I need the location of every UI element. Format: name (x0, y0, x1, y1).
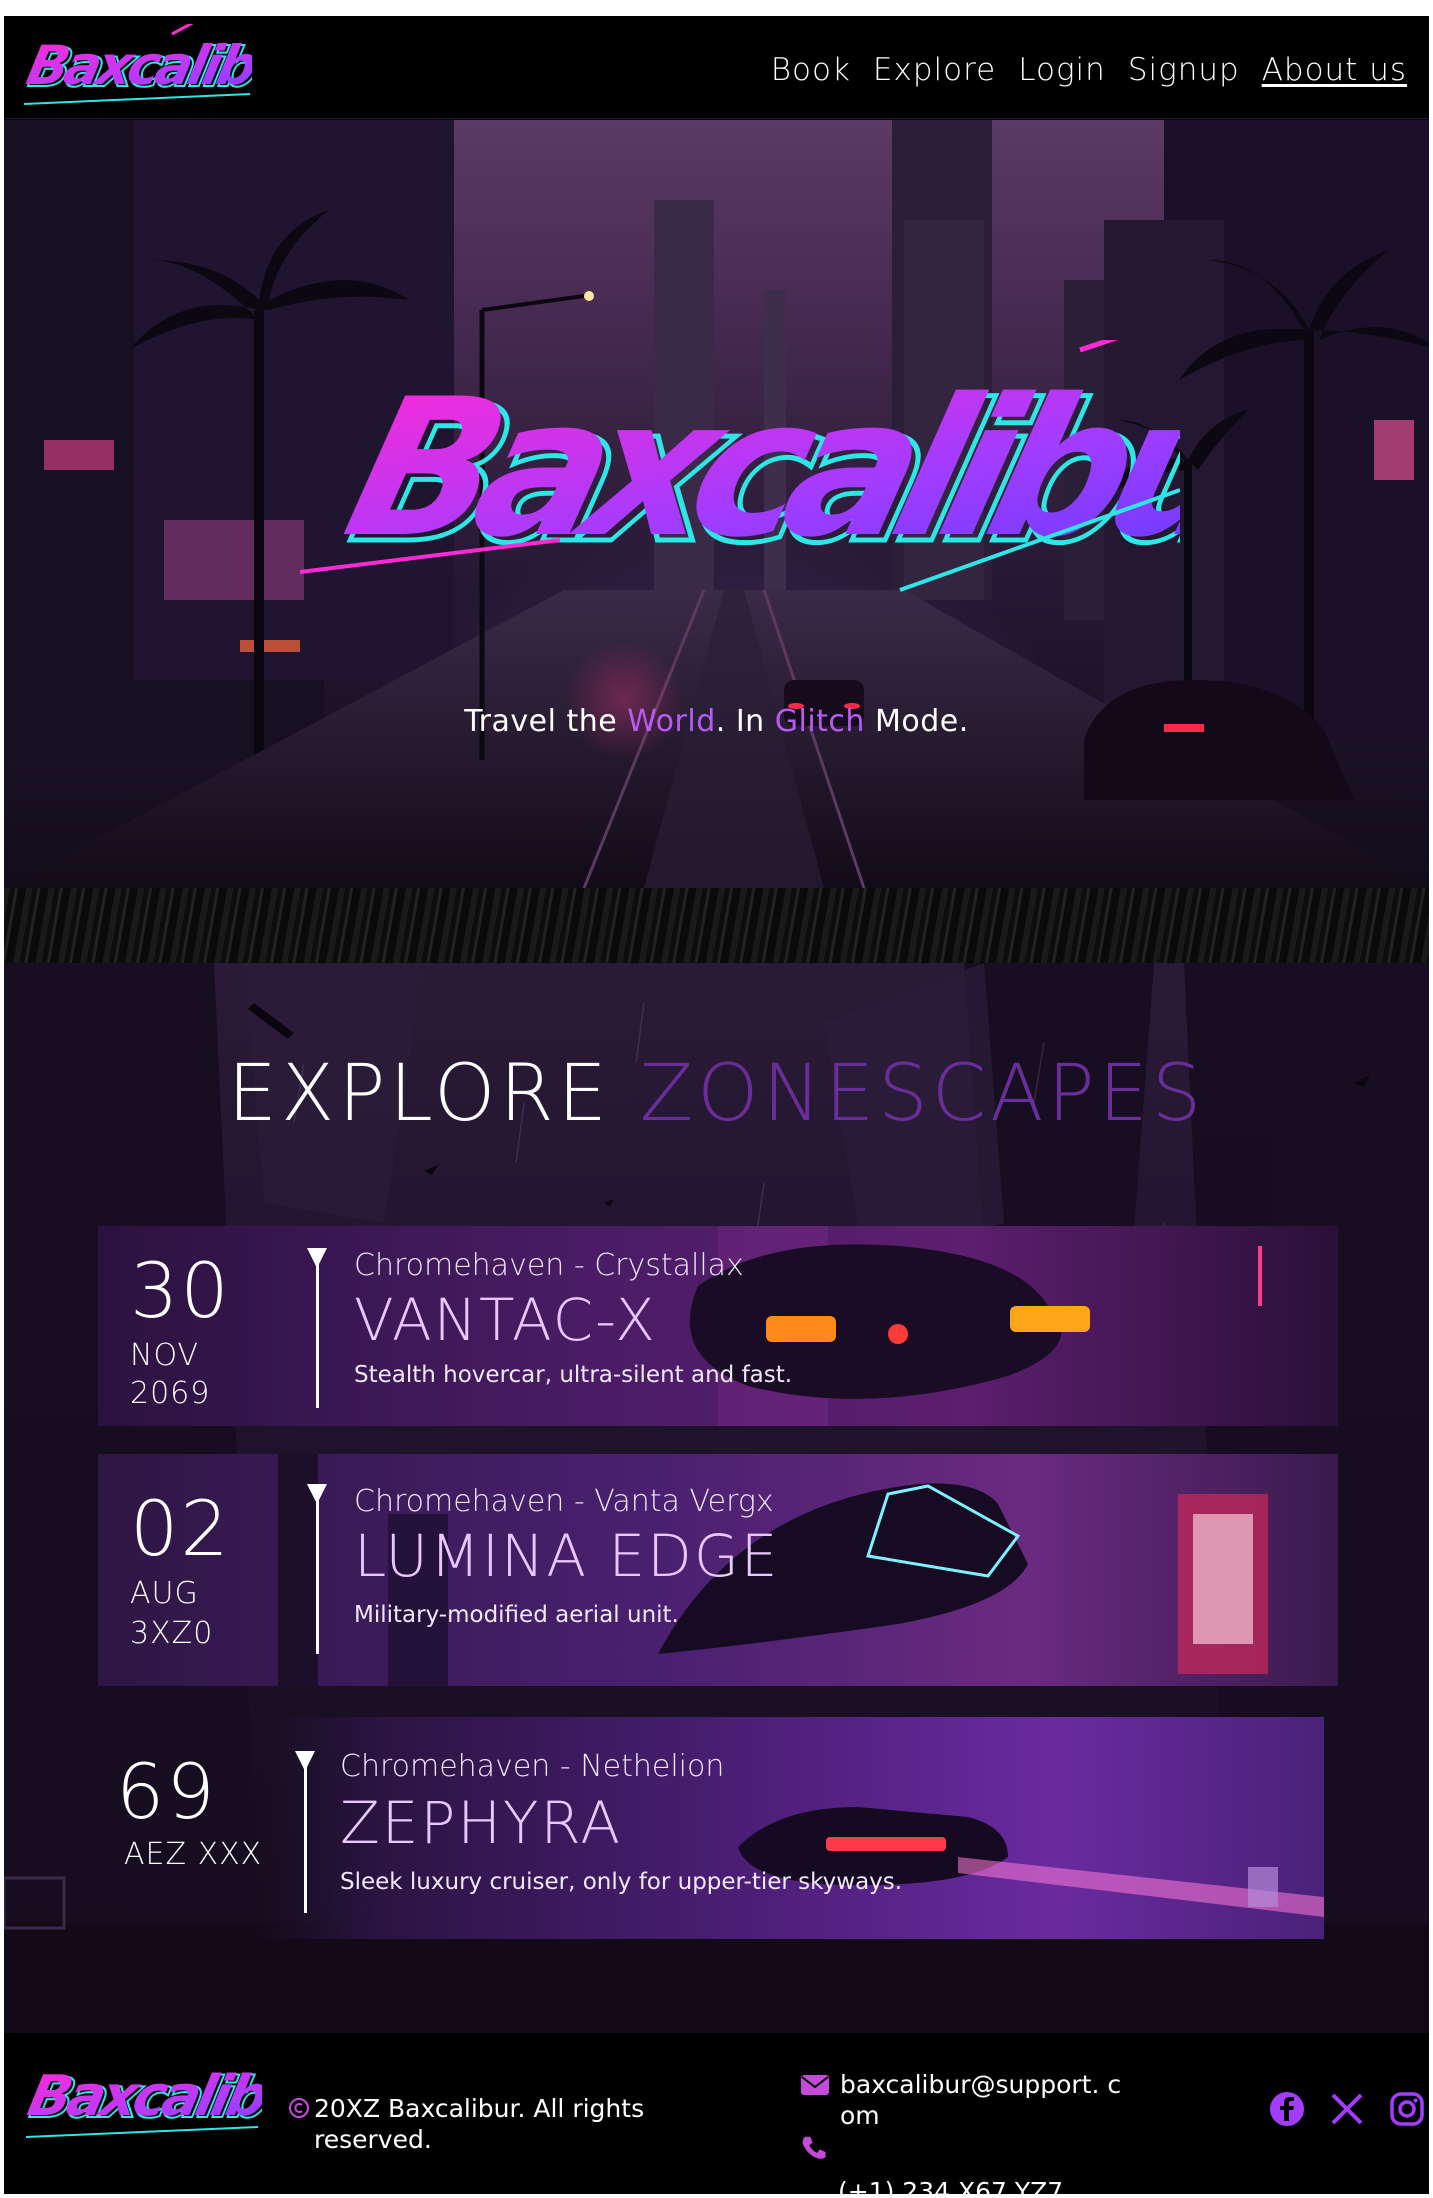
copyright: 20XZ Baxcalibur. All rights reserved. (288, 2093, 688, 2155)
tagline-text: Travel the (464, 704, 628, 739)
email-link[interactable]: baxcalibur@support. com (840, 2069, 1130, 2131)
card-divider (307, 1484, 327, 1654)
top-navbar: Baxcalibur Baxcalibur Book Explore Login… (4, 16, 1429, 119)
grunge-divider (4, 888, 1429, 963)
hero-section: Baxcalibur Baxcalibur Travel the World. … (4, 120, 1429, 888)
footer: Baxcalibur Baxcalibur 20XZ Baxcalibur. A… (4, 2033, 1429, 2194)
brand-logo[interactable]: Baxcalibur Baxcalibur (22, 24, 252, 114)
hero-logo: Baxcalibur Baxcalibur (300, 340, 1180, 592)
tagline-text: Mode. (864, 704, 969, 739)
card-route: Chromehaven - Vanta Vergx (354, 1484, 774, 1519)
card-month: AEZ XXX (124, 1837, 263, 1872)
copyright-icon (289, 2098, 309, 2118)
card-year: 3XZ0 (130, 1616, 214, 1651)
social-links (1269, 2091, 1425, 2127)
email-row: baxcalibur@support. com (800, 2069, 1130, 2131)
card-vehicle-name: LUMINA EDGE (354, 1522, 780, 1590)
nav-links: Book Explore Login Signup About us (771, 52, 1407, 88)
explore-section: EXPLORE ZONESCAPES 30 NOV 2069 Chromehav… (4, 963, 1429, 2033)
card-year: 2069 (130, 1376, 211, 1411)
card-day: 30 (130, 1246, 231, 1335)
copyright-text: 20XZ Baxcalibur. All rights reserved. (314, 2094, 645, 2154)
card-divider (307, 1248, 327, 1408)
card-divider (295, 1751, 315, 1913)
svg-text:Baxcalibur: Baxcalibur (22, 2064, 262, 2129)
tagline-text: . In (715, 704, 775, 739)
nav-explore[interactable]: Explore (873, 52, 996, 88)
phone-number[interactable]: (+1) 234 X67 YZ7 (838, 2177, 1130, 2194)
card-route: Chromehaven - Crystallax (354, 1248, 744, 1283)
hero-tagline: Travel the World. In Glitch Mode. (4, 704, 1429, 739)
zonescape-card-vantac-x[interactable]: 30 NOV 2069 Chromehaven - Crystallax VAN… (98, 1226, 1338, 1426)
footer-logo[interactable]: Baxcalibur Baxcalibur (22, 2051, 262, 2147)
card-description: Stealth hovercar, ultra-silent and fast. (354, 1362, 793, 1388)
nav-book[interactable]: Book (771, 52, 851, 88)
explore-title: EXPLORE ZONESCAPES (4, 1049, 1429, 1139)
mail-icon (801, 2075, 829, 2095)
card-description: Sleek luxury cruiser, only for upper-tie… (340, 1869, 903, 1895)
page: Baxcalibur Baxcalibur Book Explore Login… (4, 16, 1429, 2194)
explore-title-purple: ZONESCAPES (639, 1049, 1206, 1139)
card-month: NOV (130, 1338, 200, 1373)
explore-title-white: EXPLORE (227, 1049, 640, 1139)
card-vehicle-name: ZEPHYRA (340, 1789, 623, 1857)
x-icon[interactable] (1329, 2091, 1365, 2127)
nav-about-us[interactable]: About us (1262, 52, 1407, 88)
phone-row (800, 2135, 1130, 2163)
card-route: Chromehaven - Nethelion (340, 1749, 725, 1784)
svg-text:Baxcalibur: Baxcalibur (328, 358, 1180, 580)
zonescape-card-lumina-edge[interactable]: 02 AUG 3XZ0 Chromehaven - Vanta Vergx LU… (98, 1454, 1338, 1686)
nav-login[interactable]: Login (1018, 52, 1106, 88)
facebook-icon[interactable] (1269, 2091, 1305, 2127)
tagline-world: World (627, 704, 716, 739)
instagram-icon[interactable] (1389, 2091, 1425, 2127)
nav-signup[interactable]: Signup (1128, 52, 1240, 88)
card-day: 02 (130, 1484, 231, 1573)
svg-text:Baxcalibur: Baxcalibur (22, 34, 252, 97)
card-day: 69 (116, 1747, 217, 1836)
phone-icon (802, 2136, 826, 2159)
contact-info: baxcalibur@support. com (+1) 234 X67 YZ7 (800, 2069, 1130, 2194)
card-month: AUG (130, 1576, 199, 1611)
card-description: Military-modified aerial unit. (354, 1602, 679, 1628)
tagline-glitch: Glitch (774, 704, 865, 739)
zonescape-card-zephyra[interactable]: 69 AEZ XXX Chromehaven - Nethelion ZEPHY… (98, 1717, 1324, 1939)
card-vehicle-name: VANTAC-X (354, 1286, 657, 1354)
